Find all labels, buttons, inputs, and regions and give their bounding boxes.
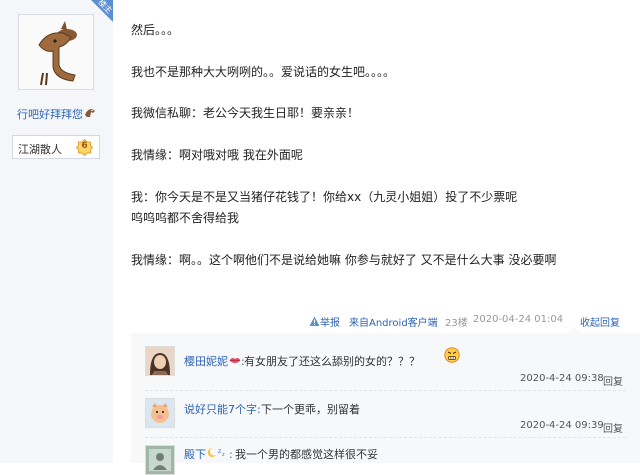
reply-panel: 樱田妮妮: 有女朋友了还这么舔别的女的？？？ 2020-4-24 09:38 回… <box>131 327 640 475</box>
angry-face-icon <box>444 347 460 367</box>
client-source-link[interactable]: 来自Android客户端 <box>349 314 438 329</box>
post-line: 我情缘：啊对哦对哦 我在外面呢 <box>131 148 303 162</box>
horse-emoji-icon <box>84 107 96 121</box>
report-link[interactable]: 举报 <box>309 314 340 329</box>
reply-text: 下一个更乖，别留着 <box>261 403 360 416</box>
level-number: 6 <box>81 141 88 151</box>
pig-avatar-icon <box>146 399 174 427</box>
moon-zzz-icon: zz <box>206 448 229 461</box>
reply-divider <box>145 390 626 391</box>
reply-author[interactable]: 殿下 <box>184 448 206 461</box>
reply-text: 有女朋友了还这么舔别的女的？？？ <box>244 355 420 368</box>
post-time: 2020-04-24 01:04 <box>473 314 564 325</box>
post-line: 我：你今天是不是又当猪仔花钱了！你给xx（九灵小姐姐）投了不少票呢 <box>131 190 518 204</box>
reply-text: 我一个男的都感觉这样很不妥 <box>235 448 378 461</box>
svg-text:z: z <box>218 448 221 455</box>
reply-button[interactable]: 回复 <box>603 420 623 435</box>
post-line: 然后。。。 <box>131 23 180 37</box>
reply-author-link[interactable]: 说好只能7个字: <box>184 401 261 417</box>
person-avatar-icon <box>146 446 174 474</box>
reply-button[interactable]: 回复 <box>603 373 623 388</box>
post-line: 我也不是那种大大咧咧的。。爱说话的女生吧。。。。 <box>131 65 396 79</box>
lips-icon <box>228 355 241 368</box>
reply-divider <box>145 437 626 438</box>
horse-avatar-icon <box>19 15 93 89</box>
post-tail-bar: 举报 来自Android客户端 23楼 2020-04-24 01:04 收起回… <box>131 314 640 329</box>
post-line: 我微信私聊：老公今天我生日耶！要亲亲！ <box>131 106 360 120</box>
reply-avatar[interactable] <box>145 398 175 428</box>
author-name-link[interactable]: 行吧好拜拜您 <box>0 106 113 122</box>
reply-time: 2020-4-24 09:39 <box>520 420 604 431</box>
floor-owner-tag: 楼主 <box>91 0 113 22</box>
reply-avatar[interactable] <box>145 445 175 475</box>
reply-avatar[interactable] <box>145 346 175 376</box>
reply-author-link[interactable]: 樱田妮妮: <box>184 353 245 369</box>
rank-title: 江湖散人 <box>18 143 62 156</box>
post-line: 呜呜呜都不舍得给我 <box>131 211 240 225</box>
collapse-replies-button[interactable]: 收起回复 <box>580 314 620 329</box>
author-sidebar: 楼主 行吧好拜拜您 江湖散人 6 <box>0 0 113 463</box>
reply-author[interactable]: 说好只能7个字 <box>184 403 257 416</box>
floor-owner-label: 楼主 <box>96 0 113 16</box>
member-rank[interactable]: 江湖散人 6 <box>12 135 100 159</box>
author-avatar[interactable] <box>18 14 94 90</box>
warning-icon <box>309 316 320 326</box>
reply-author-link[interactable]: 殿下 z z: <box>184 446 233 462</box>
floor-number: 23楼 <box>445 318 468 329</box>
author-name[interactable]: 行吧好拜拜您 <box>17 108 83 121</box>
girl-avatar-icon <box>146 347 174 375</box>
reply-panel-arrow <box>568 327 580 333</box>
reply-time: 2020-4-24 09:38 <box>520 373 604 384</box>
report-label[interactable]: 举报 <box>320 318 340 329</box>
level-badge-icon: 6 <box>76 139 93 156</box>
svg-text:z: z <box>222 452 225 458</box>
post-line: 我情缘：啊。。这个啊他们不是说给她嘛 你参与就好了 又不是什么大事 没必要啊 <box>131 253 557 267</box>
reply-author[interactable]: 樱田妮妮 <box>184 355 228 368</box>
